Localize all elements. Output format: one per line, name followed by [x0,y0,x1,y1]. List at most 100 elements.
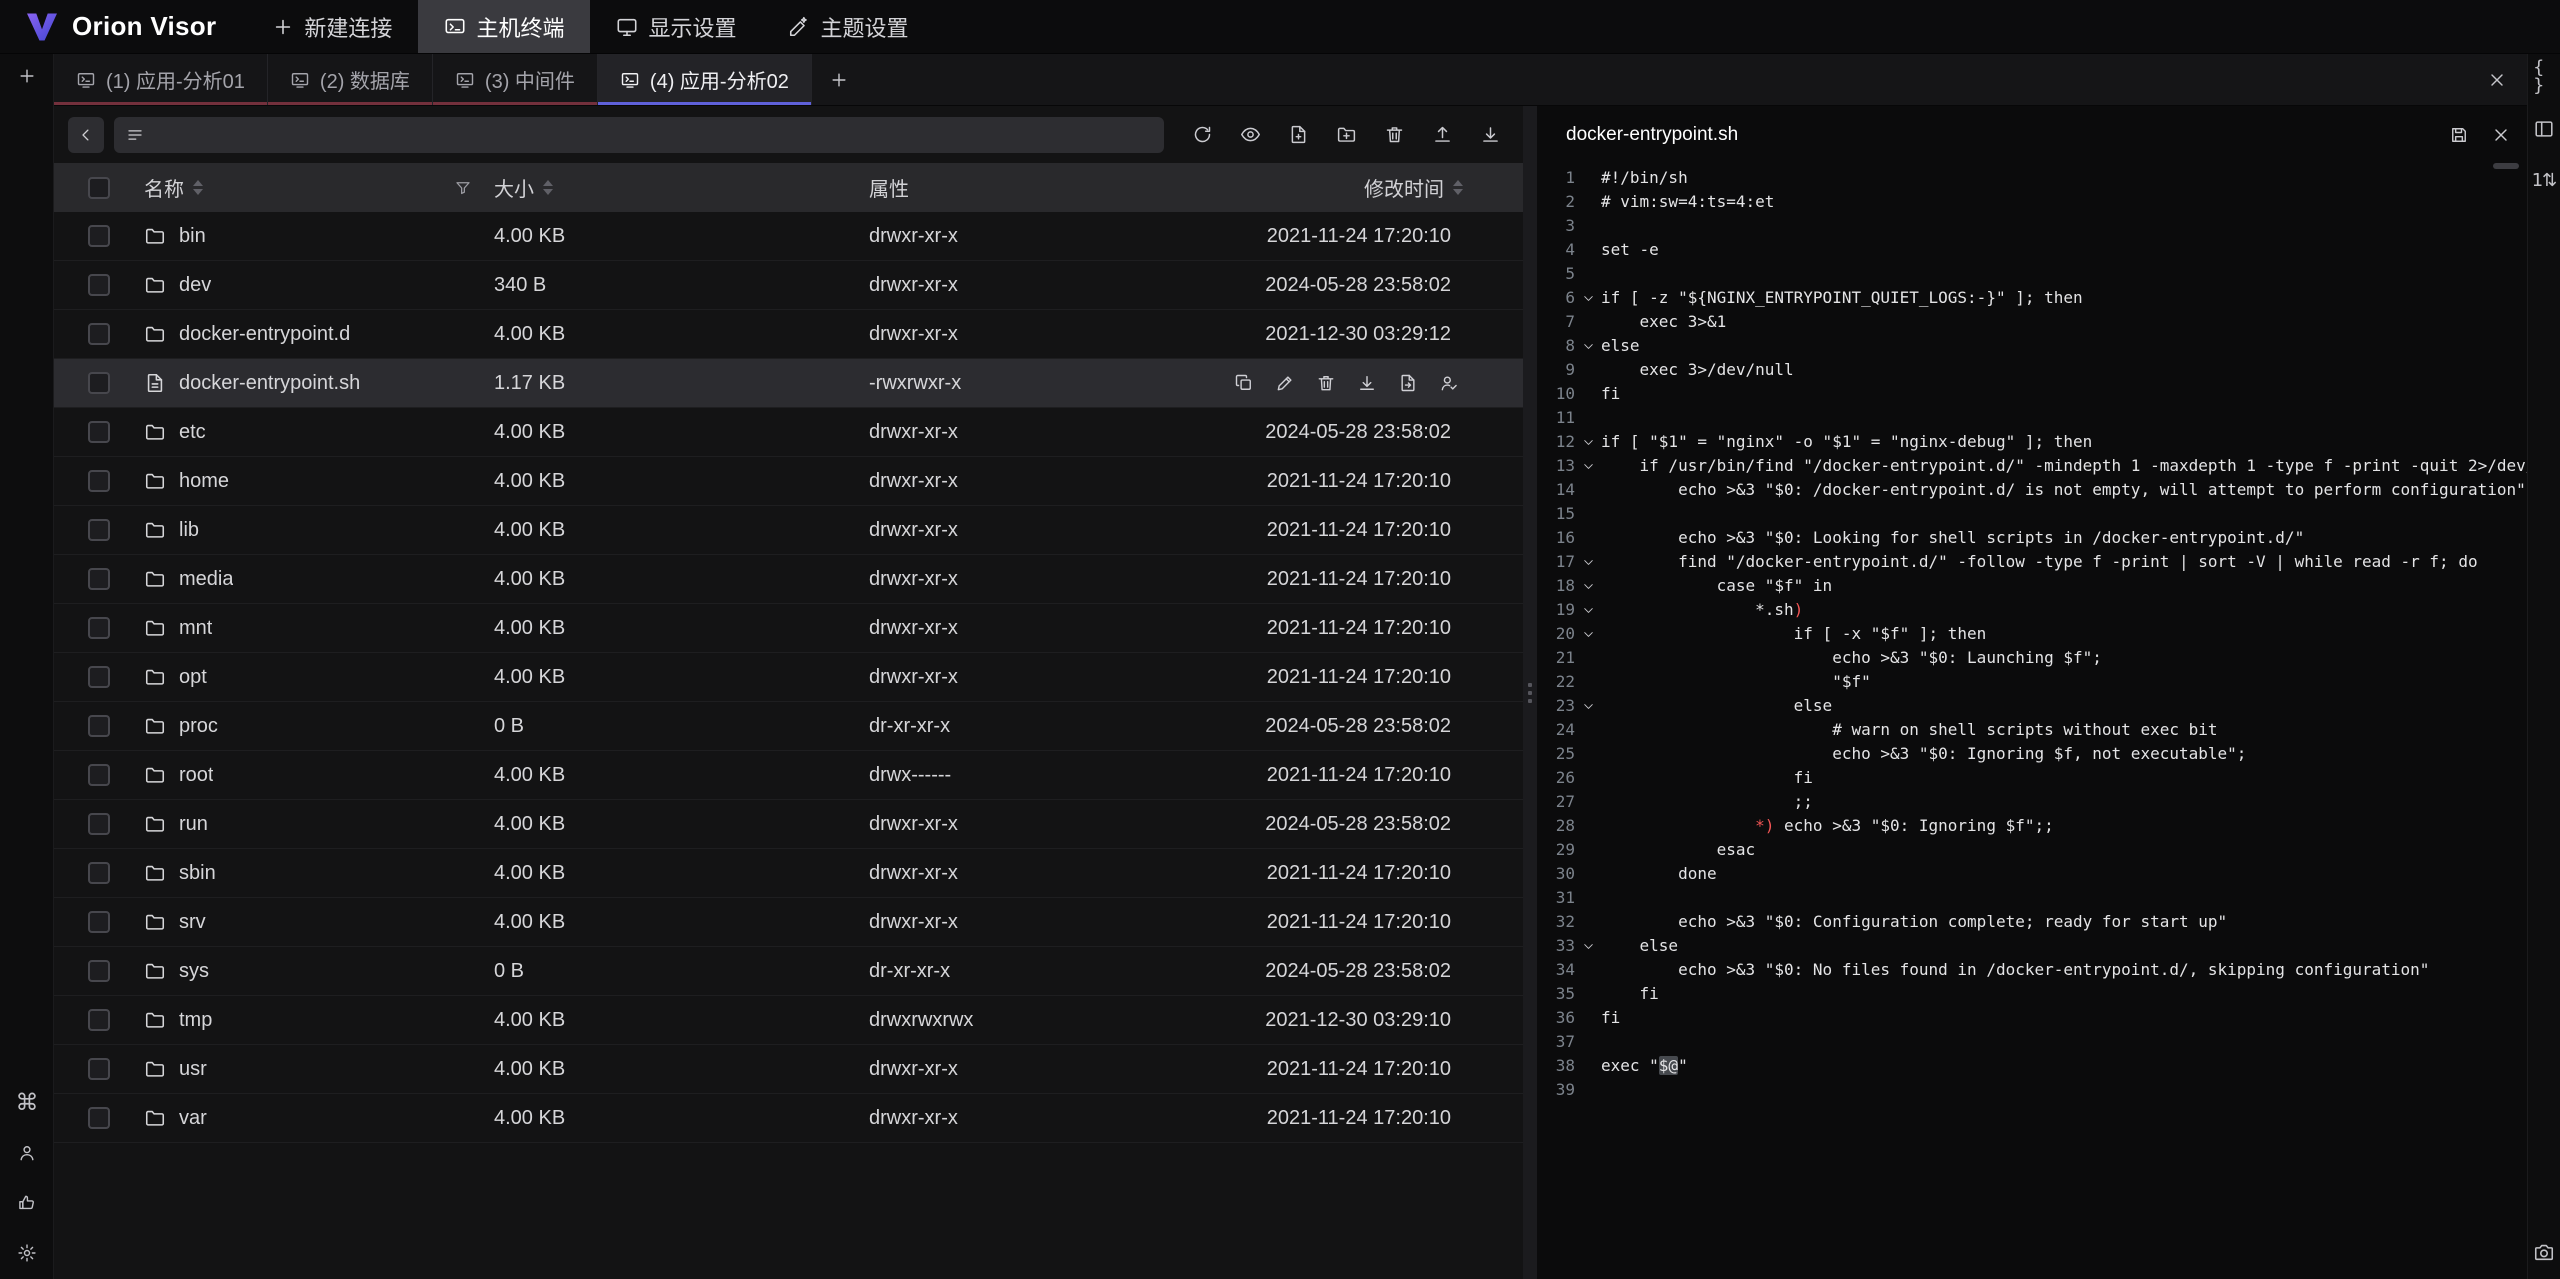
row-checkbox[interactable] [88,274,110,296]
file-row-lib[interactable]: lib4.00 KBdrwxr-xr-x2021-11-24 17:20:10 [54,506,1523,555]
row-checkbox[interactable] [88,911,110,933]
copy-icon[interactable] [1234,373,1254,393]
chevron-down-icon[interactable] [1582,604,1595,617]
fold-gutter [1575,694,1601,718]
row-checkbox[interactable] [88,666,110,688]
row-checkbox[interactable] [88,421,110,443]
close-icon[interactable] [2491,125,2511,145]
chevron-down-icon[interactable] [1582,340,1595,353]
editor-scrollbar-thumb[interactable] [2493,163,2519,169]
file-row-docker-entrypoint.d[interactable]: docker-entrypoint.d4.00 KBdrwxr-xr-x2021… [54,310,1523,359]
edit-icon[interactable] [1275,373,1295,393]
code-text: if /usr/bin/find "/docker-entrypoint.d/"… [1601,454,2527,478]
code-editor[interactable]: 1#!/bin/sh2# vim:sw=4:ts=4:et34set -e56i… [1537,163,2527,1279]
panel-splitter[interactable] [1523,106,1537,1279]
eye-icon[interactable] [1240,124,1261,145]
chevron-down-icon[interactable] [1582,436,1595,449]
trash-icon[interactable] [1384,124,1405,145]
nav-item-display-settings[interactable]: 显示设置 [590,0,762,53]
braces-icon[interactable]: { } [2533,66,2555,88]
line-number: 19 [1537,598,1575,622]
terminal-tab-2[interactable]: (2) 数据库 [268,54,433,105]
new-tab-button[interactable] [812,54,866,105]
file-row-sys[interactable]: sys0 Bdr-xr-xr-x2024-05-28 23:58:02 [54,947,1523,996]
sort-name-control[interactable] [193,180,203,195]
file-row-var[interactable]: var4.00 KBdrwxr-xr-x2021-11-24 17:20:10 [54,1094,1523,1143]
chevron-down-icon[interactable] [1582,556,1595,569]
row-checkbox[interactable] [88,372,110,394]
select-all-checkbox[interactable] [88,177,110,199]
permission-icon[interactable] [1439,373,1459,393]
row-checkbox[interactable] [88,1009,110,1031]
row-checkbox[interactable] [88,1058,110,1080]
plus-icon [272,16,294,38]
fullscreen-icon[interactable] [2512,15,2560,39]
file-row-srv[interactable]: srv4.00 KBdrwxr-xr-x2021-11-24 17:20:10 [54,898,1523,947]
file-row-docker-entrypoint.sh[interactable]: docker-entrypoint.sh1.17 KB-rwxrwxr-x [54,359,1523,408]
sort-mtime-control[interactable] [1453,180,1463,195]
file-row-root[interactable]: root4.00 KBdrwx------2021-11-24 17:20:10 [54,751,1523,800]
row-checkbox[interactable] [88,813,110,835]
chevron-down-icon[interactable] [1582,292,1595,305]
file-row-sbin[interactable]: sbin4.00 KBdrwxr-xr-x2021-11-24 17:20:10 [54,849,1523,898]
terminal-tab-4[interactable]: (4) 应用-分析02 [598,54,812,105]
move-icon[interactable] [1398,373,1418,393]
file-row-tmp[interactable]: tmp4.00 KBdrwxrwxrwx2021-12-30 03:29:10 [54,996,1523,1045]
sort-number-icon[interactable]: 1⇅ [2533,170,2555,192]
file-plus-icon[interactable] [1288,124,1309,145]
filter-icon[interactable] [454,179,472,197]
file-row-usr[interactable]: usr4.00 KBdrwxr-xr-x2021-11-24 17:20:10 [54,1045,1523,1094]
chevron-down-icon[interactable] [1582,700,1595,713]
path-input[interactable] [114,117,1164,153]
hand-ok-icon[interactable] [17,1193,37,1213]
chevron-down-icon[interactable] [1582,628,1595,641]
fold-gutter [1575,934,1601,958]
back-button[interactable] [68,117,104,153]
file-row-proc[interactable]: proc0 Bdr-xr-xr-x2024-05-28 23:58:02 [54,702,1523,751]
row-checkbox[interactable] [88,960,110,982]
row-checkbox[interactable] [88,323,110,345]
file-row-etc[interactable]: etc4.00 KBdrwxr-xr-x2024-05-28 23:58:02 [54,408,1523,457]
nav-item-host-terminal[interactable]: 主机终端 [418,0,590,53]
nav-item-new-connection[interactable]: 新建连接 [246,0,418,53]
close-panel-button[interactable] [2467,54,2527,105]
row-checkbox[interactable] [88,1107,110,1129]
panel-icon[interactable] [2533,118,2555,140]
folder-plus-icon[interactable] [1336,124,1357,145]
row-checkbox[interactable] [88,764,110,786]
download-icon[interactable] [1480,124,1501,145]
row-checkbox[interactable] [88,225,110,247]
refresh-icon[interactable] [1192,124,1213,145]
row-checkbox[interactable] [88,715,110,737]
row-checkbox[interactable] [88,519,110,541]
code-text: exec 3>/dev/null [1601,358,2527,382]
editor-file-chip[interactable]: docker-entrypoint.sh [1553,118,1751,152]
command-icon[interactable]: ⌘ [17,1093,37,1113]
terminal-tab-1[interactable]: (1) 应用-分析01 [54,54,268,105]
terminal-tab-3[interactable]: (3) 中间件 [433,54,598,105]
file-row-media[interactable]: media4.00 KBdrwxr-xr-x2021-11-24 17:20:1… [54,555,1523,604]
file-row-run[interactable]: run4.00 KBdrwxr-xr-x2024-05-28 23:58:02 [54,800,1523,849]
save-icon[interactable] [2449,125,2469,145]
upload-icon[interactable] [1432,124,1453,145]
row-checkbox[interactable] [88,470,110,492]
camera-icon[interactable] [2533,1241,2555,1263]
row-checkbox[interactable] [88,568,110,590]
trash-icon[interactable] [1316,373,1336,393]
file-row-dev[interactable]: dev340 Bdrwxr-xr-x2024-05-28 23:58:02 [54,261,1523,310]
row-checkbox[interactable] [88,617,110,639]
user-icon[interactable] [17,1143,37,1163]
chevron-down-icon[interactable] [1582,940,1595,953]
sort-size-control[interactable] [543,180,553,195]
chevron-down-icon[interactable] [1582,460,1595,473]
file-row-home[interactable]: home4.00 KBdrwxr-xr-x2021-11-24 17:20:10 [54,457,1523,506]
gear-icon[interactable] [17,1243,37,1263]
file-row-mnt[interactable]: mnt4.00 KBdrwxr-xr-x2021-11-24 17:20:10 [54,604,1523,653]
row-checkbox[interactable] [88,862,110,884]
chevron-down-icon[interactable] [1582,580,1595,593]
file-row-opt[interactable]: opt4.00 KBdrwxr-xr-x2021-11-24 17:20:10 [54,653,1523,702]
download-icon[interactable] [1357,373,1377,393]
plus-icon[interactable] [17,66,37,86]
nav-item-theme-settings[interactable]: 主题设置 [762,0,934,53]
file-row-bin[interactable]: bin4.00 KBdrwxr-xr-x2021-11-24 17:20:10 [54,212,1523,261]
